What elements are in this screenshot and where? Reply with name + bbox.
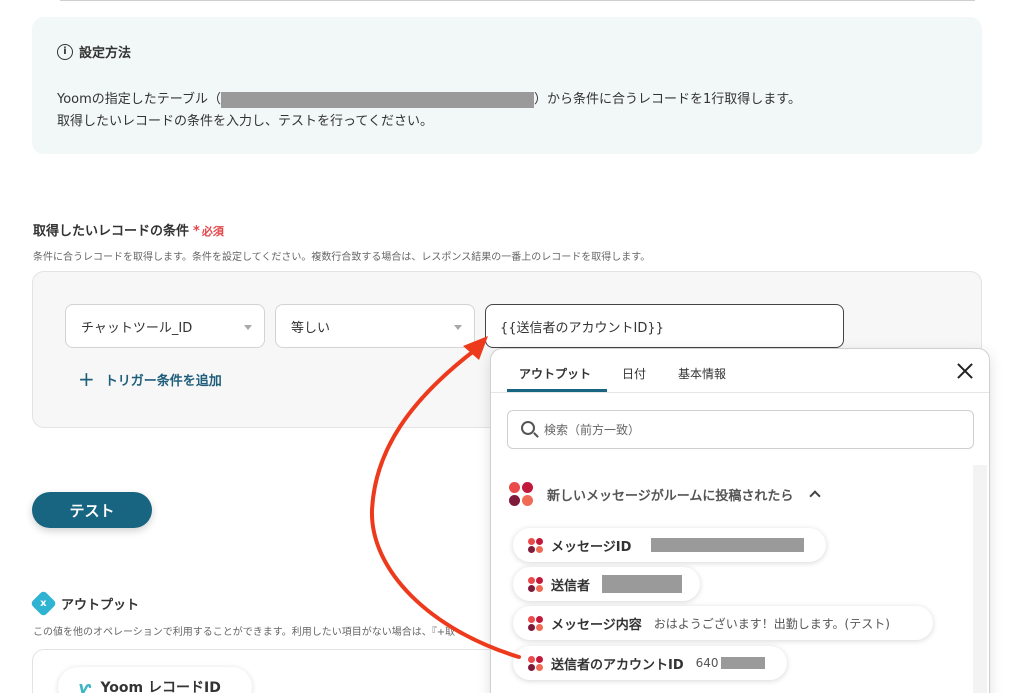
popover-scrollbar[interactable]	[973, 465, 987, 693]
setup-line-1-prefix: Yoomの指定したテーブル（	[57, 92, 222, 107]
chatwork-icon	[528, 576, 543, 592]
required-mark: *	[193, 224, 200, 239]
output-item-message-id[interactable]: メッセージID	[513, 528, 826, 562]
output-icon-glyph: x	[40, 597, 47, 609]
trigger-group-title: 新しいメッセージがルームに投稿されたら	[547, 488, 794, 504]
active-tab-indicator	[507, 389, 607, 392]
setup-title: i 設定方法	[57, 42, 131, 61]
tab-basic-info[interactable]: 基本情報	[678, 365, 726, 382]
condition-value-input[interactable]: {{送信者のアカウントID}}	[485, 304, 844, 348]
chatwork-icon	[509, 482, 533, 506]
field-select-value: チャットツール_ID	[81, 320, 193, 336]
plus-icon: +	[78, 367, 95, 391]
redacted-value	[720, 657, 765, 669]
output-item-value: おはようございます！出勤します。(テスト)	[653, 616, 890, 631]
field-select[interactable]: チャットツール_ID	[65, 304, 265, 348]
caret-down-icon	[454, 325, 462, 330]
info-icon: i	[57, 43, 73, 60]
output-item-message-body[interactable]: メッセージ内容 おはようございます！出勤します。(テスト)	[513, 606, 933, 640]
output-title-text: アウトプット	[61, 598, 140, 613]
chatwork-icon	[528, 615, 543, 631]
output-item-sender-account-id[interactable]: 送信者のアカウントID 640	[513, 646, 787, 680]
setup-line-2: 取得したいレコードの条件を入力し、テストを行ってください。	[57, 114, 433, 129]
chatwork-icon	[528, 655, 543, 671]
operator-select-value: 等しい	[291, 320, 331, 336]
condition-value-text: {{送信者のアカウントID}}	[500, 320, 664, 336]
condition-label-text: 取得したいレコードの条件	[33, 224, 190, 239]
setup-line-1-suffix: ）から条件に合うレコードを1行取得します。	[534, 92, 801, 107]
condition-label: 取得したいレコードの条件 * 必須	[33, 220, 224, 239]
tab-date[interactable]: 日付	[622, 365, 646, 382]
output-item-sender[interactable]: 送信者	[513, 567, 700, 601]
yoom-icon: ƴ	[78, 677, 91, 693]
close-icon[interactable]	[955, 361, 975, 381]
yoom-record-id-label: Yoom レコードID	[100, 680, 221, 693]
chevron-up-icon	[809, 490, 822, 502]
setup-title-text: 設定方法	[79, 46, 132, 61]
popover-search-input[interactable]: 検索（前方一致）	[507, 410, 974, 449]
redacted-table-name	[221, 91, 535, 108]
caret-down-icon	[244, 325, 252, 330]
output-icon: x	[30, 590, 57, 617]
redacted-value	[651, 538, 805, 552]
redacted-value	[602, 575, 682, 593]
chatwork-icon	[528, 537, 543, 553]
setup-info-box: i 設定方法 Yoomの指定したテーブル（ ）から条件に合うレコードを1行取得しま…	[32, 17, 982, 154]
yoom-record-id-chip[interactable]: ƴ Yoom レコードID	[58, 667, 252, 693]
condition-description: 条件に合うレコードを取得します。条件を設定してください。複数行合致する場合は、レ…	[33, 252, 651, 263]
output-item-label: メッセージID	[551, 539, 632, 555]
add-trigger-label: トリガー条件を追加	[104, 373, 222, 389]
trigger-group-header[interactable]: 新しいメッセージがルームに投稿されたら	[509, 482, 822, 506]
test-button[interactable]: テスト	[32, 492, 152, 528]
output-picker-popover: アウトプット 日付 基本情報 検索（前方一致） 新しいメッセージがルームに投稿さ…	[490, 348, 990, 693]
output-title: x アウトプット	[30, 590, 140, 617]
top-divider	[60, 0, 975, 1]
output-description: この値を他のオペレーションで利用することができます。利用したい項目がない場合は、…	[33, 627, 456, 638]
setup-line-1: Yoomの指定したテーブル（ ）から条件に合うレコードを1行取得します。	[57, 88, 801, 108]
output-item-label: 送信者	[551, 578, 591, 594]
required-badge: 必須	[201, 225, 224, 238]
tab-output[interactable]: アウトプット	[519, 365, 591, 382]
output-item-value: 640	[695, 656, 719, 670]
output-item-label: 送信者のアカウントID	[551, 657, 684, 673]
search-icon	[521, 421, 535, 435]
output-item-label: メッセージ内容	[551, 617, 642, 633]
search-placeholder: 検索（前方一致）	[544, 423, 641, 437]
operator-select[interactable]: 等しい	[275, 304, 475, 348]
add-trigger-condition-button[interactable]: + トリガー条件を追加	[78, 369, 222, 389]
popover-tabs: アウトプット 日付 基本情報	[491, 349, 989, 393]
